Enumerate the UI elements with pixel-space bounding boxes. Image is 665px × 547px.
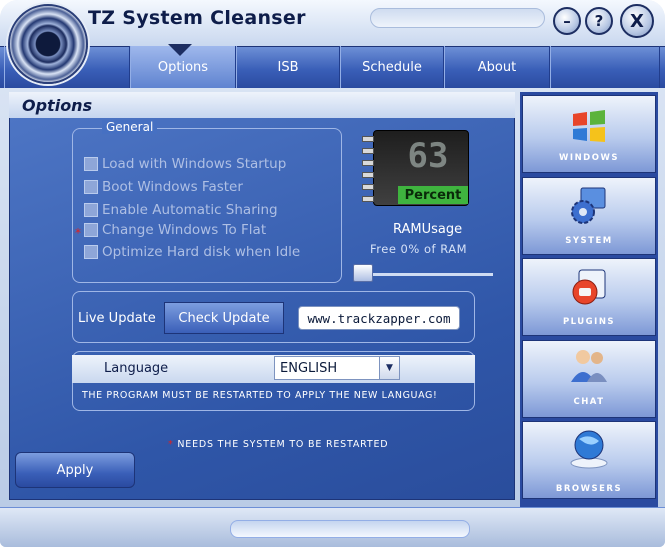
- ram-percent-badge: Percent: [398, 186, 468, 204]
- option-label: Change Windows To Flat: [102, 222, 267, 238]
- help-button[interactable]: ?: [585, 7, 613, 35]
- option-load-startup[interactable]: Load with Windows Startup: [84, 155, 286, 173]
- language-selected-value: ENGLISH: [280, 360, 338, 376]
- option-label: Enable Automatic Sharing: [102, 202, 278, 218]
- option-label: Optimize Hard disk when Idle: [102, 244, 301, 260]
- ram-pin-icon: [362, 148, 374, 154]
- side-nav-label-windows: WINDOWS: [559, 153, 619, 163]
- browser-globe-icon: [567, 425, 611, 469]
- minimize-button[interactable]: –: [553, 7, 581, 35]
- ram-pin-icon: [362, 136, 374, 142]
- close-button[interactable]: X: [620, 4, 654, 38]
- side-nav-label-system: SYSTEM: [565, 236, 613, 246]
- option-windows-flat[interactable]: Change Windows To Flat: [84, 221, 266, 239]
- app-logo-icon: [8, 4, 88, 84]
- restart-note-text: NEEDS THE SYSTEM TO BE RESTARTED: [177, 439, 389, 450]
- title-decor-slot: [370, 8, 545, 28]
- ram-slider-thumb[interactable]: [353, 264, 373, 282]
- checkbox[interactable]: [84, 203, 98, 217]
- ram-pin-icon: [362, 196, 374, 202]
- option-optimize-disk[interactable]: Optimize Hard disk when Idle: [84, 243, 300, 261]
- system-gear-icon: [567, 184, 611, 228]
- restart-star-icon: *: [168, 439, 174, 450]
- ram-pin-icon: [362, 160, 374, 166]
- page-title: Options: [22, 96, 93, 115]
- checkbox[interactable]: [84, 157, 98, 171]
- language-select[interactable]: ENGLISH ▼: [274, 356, 400, 380]
- chat-users-icon: [567, 344, 611, 388]
- ram-usage-title: RAMUsage: [393, 222, 463, 237]
- app-window: TZ System Cleanser – ? X Options ISB Sch…: [0, 0, 665, 547]
- side-nav-label-browsers: BROWSERS: [555, 484, 623, 494]
- chevron-down-icon[interactable]: ▼: [379, 357, 399, 379]
- restart-required-marker: *: [75, 226, 81, 240]
- option-label: Load with Windows Startup: [102, 156, 287, 172]
- tab-about[interactable]: About: [444, 46, 550, 88]
- language-label: Language: [104, 361, 169, 376]
- ram-free-text: Free 0% of RAM: [370, 242, 468, 256]
- option-label: Boot Windows Faster: [102, 179, 243, 195]
- option-boot-faster[interactable]: Boot Windows Faster: [84, 178, 243, 196]
- apply-button[interactable]: Apply: [15, 452, 135, 488]
- live-update-label: Live Update: [78, 311, 156, 326]
- option-auto-sharing[interactable]: Enable Automatic Sharing: [84, 201, 278, 219]
- side-nav-label-chat: CHAT: [573, 397, 605, 407]
- side-nav-label-plugins: PLUGINS: [562, 317, 616, 327]
- ram-pin-icon: [362, 172, 374, 178]
- ram-pin-icon: [362, 184, 374, 190]
- website-link[interactable]: www.trackzapper.com: [298, 306, 460, 330]
- language-restart-note: THE PROGRAM MUST BE RESTARTED TO APPLY T…: [82, 390, 438, 401]
- windows-logo-icon: [567, 104, 611, 148]
- active-tab-pointer-icon: [168, 44, 192, 56]
- app-title: TZ System Cleanser: [88, 7, 306, 29]
- check-update-button[interactable]: Check Update: [164, 302, 284, 334]
- checkbox[interactable]: [84, 245, 98, 259]
- ram-percent-value: 63: [407, 136, 449, 176]
- footer-decor-slot: [230, 520, 470, 538]
- plugins-icon: [567, 264, 611, 308]
- general-legend: General: [102, 120, 158, 134]
- checkbox[interactable]: [84, 180, 98, 194]
- tab-spacer-right: [550, 46, 660, 88]
- tab-schedule[interactable]: Schedule: [340, 46, 444, 88]
- restart-note: * NEEDS THE SYSTEM TO BE RESTARTED: [168, 439, 388, 450]
- checkbox[interactable]: [84, 223, 98, 237]
- tab-isb[interactable]: ISB: [236, 46, 340, 88]
- ram-slider-track[interactable]: [358, 273, 493, 276]
